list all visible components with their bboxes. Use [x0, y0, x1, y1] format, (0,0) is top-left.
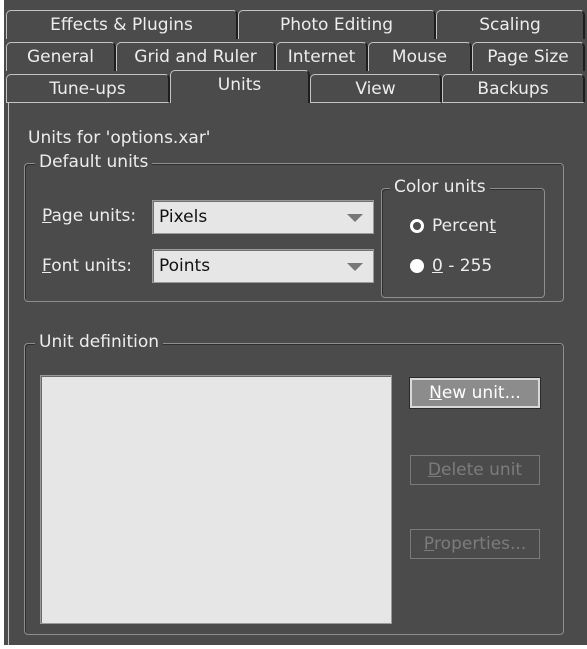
radio-checked-icon[interactable]: [410, 219, 424, 233]
button-label: ew unit...: [441, 383, 521, 403]
tab-internet[interactable]: Internet: [276, 42, 368, 71]
options-dialog: Effects & Plugins Photo Editing Scaling …: [4, 0, 587, 645]
tab-label: View: [355, 78, 396, 99]
tab-units[interactable]: Units: [170, 70, 310, 103]
page-units-label: Page units:: [42, 206, 136, 226]
button-label: roperties...: [434, 534, 527, 554]
properties-button[interactable]: Properties...: [410, 529, 540, 559]
tab-photo-editing[interactable]: Photo Editing: [238, 10, 436, 39]
label-text: - 255: [442, 256, 493, 276]
page-units-dropdown[interactable]: Pixels: [152, 200, 374, 234]
mnemonic: 0: [432, 256, 443, 276]
tab-grid-and-ruler[interactable]: Grid and Ruler: [116, 42, 276, 71]
mnemonic: P: [423, 534, 435, 554]
tab-scaling[interactable]: Scaling: [436, 10, 585, 39]
range-0-255-radio[interactable]: 0 - 255: [410, 256, 492, 276]
label-text: age units:: [51, 206, 137, 226]
mnemonic: N: [429, 383, 442, 403]
delete-unit-button[interactable]: Delete unit: [410, 455, 540, 485]
tab-view[interactable]: View: [310, 74, 442, 103]
units-for-label: Units for 'options.xar': [28, 128, 211, 148]
mnemonic: F: [42, 256, 52, 276]
unit-list[interactable]: [40, 375, 392, 624]
tab-label: Internet: [287, 47, 356, 67]
radio-unchecked-icon[interactable]: [410, 259, 424, 273]
percent-label: Percent: [432, 216, 496, 236]
tab-label: Mouse: [391, 47, 448, 67]
button-label: elete unit: [440, 460, 523, 480]
font-units-dropdown[interactable]: Points: [152, 249, 374, 283]
unit-definition-title: Unit definition: [35, 332, 164, 352]
tab-label: Grid and Ruler: [134, 47, 257, 67]
chevron-down-icon[interactable]: [347, 214, 363, 222]
color-units-group: Color units: [381, 177, 545, 298]
tab-label: Backups: [477, 78, 549, 99]
tab-general[interactable]: General: [6, 42, 116, 71]
chevron-down-icon[interactable]: [347, 263, 363, 271]
range-label: 0 - 255: [432, 256, 492, 276]
tab-label: Effects & Plugins: [50, 15, 193, 35]
tab-mouse[interactable]: Mouse: [368, 42, 472, 71]
page-units-value: Pixels: [159, 207, 208, 227]
font-units-label: Font units:: [42, 256, 132, 276]
tab-page-size[interactable]: Page Size: [472, 42, 585, 71]
label-text: ont units:: [51, 256, 132, 276]
tab-backups[interactable]: Backups: [442, 74, 585, 103]
mnemonic: P: [42, 206, 52, 226]
tab-tune-ups[interactable]: Tune-ups: [6, 74, 170, 103]
tab-label: Page Size: [487, 47, 569, 67]
percent-radio[interactable]: Percent: [410, 216, 496, 236]
tab-label: Scaling: [479, 15, 541, 35]
font-units-value: Points: [159, 256, 211, 276]
new-unit-button[interactable]: New unit...: [410, 378, 540, 408]
tab-label: Units: [217, 75, 262, 95]
tab-label: Tune-ups: [49, 78, 126, 99]
default-units-title: Default units: [35, 152, 153, 172]
label-text: Percen: [432, 216, 490, 236]
mnemonic: t: [489, 216, 496, 236]
tab-label: General: [27, 47, 94, 67]
tab-label: Photo Editing: [279, 15, 394, 35]
color-units-title: Color units: [390, 177, 490, 197]
mnemonic: D: [427, 460, 441, 480]
tab-effects-plugins[interactable]: Effects & Plugins: [6, 10, 238, 39]
